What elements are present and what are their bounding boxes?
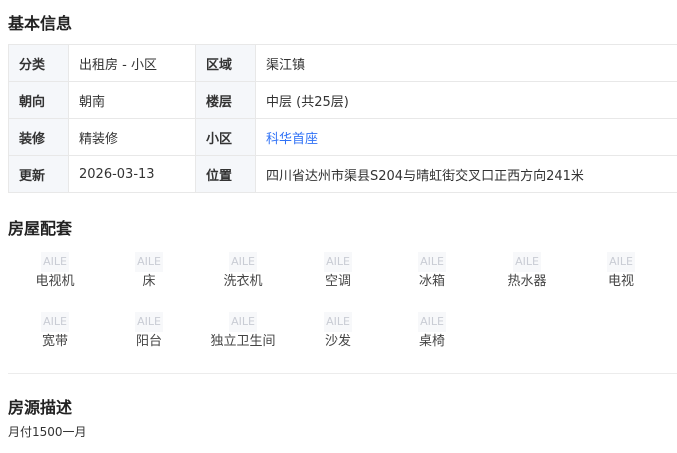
amenity-balcony: AILE 阳台 [109,312,189,351]
info-key-updated: 更新 [8,155,69,193]
info-key-floor: 楼层 [195,81,256,119]
air-conditioner-icon: AILE [324,252,352,272]
amenity-washer: AILE 洗衣机 [203,252,283,291]
info-key-category: 分类 [8,44,69,82]
bathroom-icon: AILE [229,312,257,332]
sofa-icon: AILE [324,312,352,332]
table-row: 分类 出租房 - 小区 区域 渠江镇 [8,44,677,82]
amenity-fridge: AILE 冰箱 [392,252,472,291]
amenity-bed: AILE 床 [109,252,189,291]
balcony-icon: AILE [135,312,163,332]
bed-icon: AILE [135,252,163,272]
amenity-tv: AILE 电视 [581,252,661,291]
info-key-location: 位置 [195,155,256,193]
description-text: 月付1500一月 [8,425,87,439]
info-key-area: 区域 [195,44,256,82]
amenity-sofa: AILE 沙发 [298,312,378,351]
info-key-community: 小区 [195,118,256,156]
fridge-icon: AILE [418,252,446,272]
basic-info-table: 分类 出租房 - 小区 区域 渠江镇 朝向 朝南 楼层 中层 (共25层) 装修… [8,44,677,193]
amenity-private-bathroom: AILE 独立卫生间 [203,312,283,351]
amenity-tv-set: AILE 电视机 [15,252,95,291]
water-heater-icon: AILE [513,252,541,272]
amenity-broadband: AILE 宽带 [15,312,95,351]
washer-icon: AILE [229,252,257,272]
table-row: 更新 2026-03-13 位置 四川省达州市渠县S204与晴虹街交叉口正西方向… [8,155,677,193]
info-value-updated: 2026-03-13 [68,155,196,193]
info-value-category: 出租房 - 小区 [68,44,196,82]
community-link[interactable]: 科华首座 [255,118,677,156]
section-divider [8,373,677,374]
amenity-table-chairs: AILE 桌椅 [392,312,472,351]
table-row: 朝向 朝南 楼层 中层 (共25层) [8,81,677,119]
table-row: 装修 精装修 小区 科华首座 [8,118,677,156]
info-value-location: 四川省达州市渠县S204与晴虹街交叉口正西方向241米 [255,155,677,193]
amenity-water-heater: AILE 热水器 [487,252,567,291]
tv-icon: AILE [607,252,635,272]
info-value-decoration: 精装修 [68,118,196,156]
tv-set-icon: AILE [41,252,69,272]
broadband-icon: AILE [41,312,69,332]
info-value-orientation: 朝南 [68,81,196,119]
basic-info-title: 基本信息 [8,14,73,33]
info-value-area: 渠江镇 [255,44,677,82]
info-key-decoration: 装修 [8,118,69,156]
info-value-floor: 中层 (共25层) [255,81,677,119]
table-chairs-icon: AILE [418,312,446,332]
info-key-orientation: 朝向 [8,81,69,119]
amenity-ac: AILE 空调 [298,252,378,291]
description-title: 房源描述 [8,398,73,417]
amenities-title: 房屋配套 [8,219,73,238]
